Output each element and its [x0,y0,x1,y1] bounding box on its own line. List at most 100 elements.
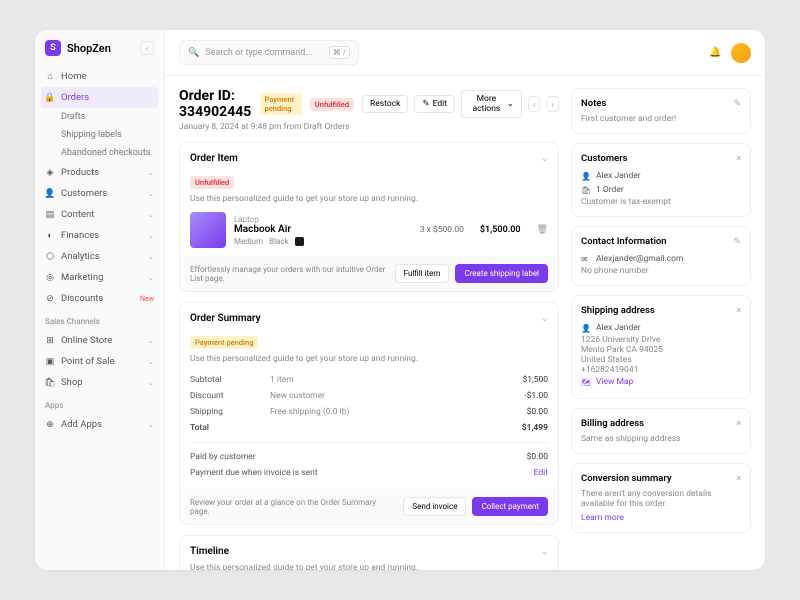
summary-hint: Use this personalized guide to get your … [190,354,548,364]
nav-customers-label: Customers [61,188,107,199]
timeline-card: Timeline⌄ Use this personalized guide to… [179,535,559,570]
shipping-title: Shipping address [581,305,655,316]
search-icon: 🔍 [188,48,199,58]
contact-phone: No phone number [581,266,741,276]
close-billing-button[interactable]: × [736,419,741,429]
nav-home[interactable]: ⌂Home [35,66,164,87]
paid-val: $0.00 [527,452,548,462]
nav-shop[interactable]: 🛍Shop⌄ [35,372,164,393]
customer-tax: Customer is tax-exempt [581,197,741,207]
nav-drafts[interactable]: Drafts [35,108,164,126]
total-label: Total [190,423,270,433]
nav-shipping-labels[interactable]: Shipping labels [35,126,164,144]
create-shipping-label-button[interactable]: Create shipping label [455,264,548,283]
products-icon: ◈ [45,168,55,178]
chevron-down-icon[interactable]: ⌄ [541,314,548,323]
notes-title: Notes [581,98,606,109]
discount-mid: New customer [270,391,524,401]
nav-orders[interactable]: 🔒 Orders [41,87,158,108]
edit-due-link[interactable]: Edit [534,468,548,478]
notes-card: Notes✎ First customer and order! [571,88,751,134]
new-badge: New [140,295,154,303]
order-item-hint: Use this personalized guide to get your … [190,194,548,204]
search-input[interactable]: 🔍 Search or type command... ⌘ / [179,40,359,65]
chevron-down-icon: ⌄ [148,169,154,177]
prev-button[interactable]: ‹ [528,96,541,112]
nav-content[interactable]: ▤Content⌄ [35,204,164,225]
notifications-button[interactable]: 🔔 [709,47,721,59]
edit-notes-button[interactable]: ✎ [733,99,741,109]
nav-customers[interactable]: 👤Customers⌄ [35,183,164,204]
chevron-down-icon: ⌄ [507,99,514,109]
orders-icon: 🔒 [45,93,55,103]
nav-analytics[interactable]: ⬡Analytics⌄ [35,246,164,267]
shipping-country: United States [581,355,741,365]
product-row: Laptop Macbook Air MediumBlack 3 x $500.… [190,212,548,248]
nav-products[interactable]: ◈Products⌄ [35,162,164,183]
nav-analytics-label: Analytics [61,251,100,262]
finances-icon: ◐ [45,231,55,241]
billing-title: Billing address [581,418,644,429]
subtotal-mid: 1 item [270,375,522,385]
content: Order ID: 334902445 Payment pending Unfu… [165,76,765,570]
shipping-mid: Free shipping (0.0 lb) [270,407,527,417]
customer-orders: 1 Order [596,185,624,195]
page-header: Order ID: 334902445 Payment pending Unfu… [179,88,559,120]
fulfill-item-button[interactable]: Fulfill item [395,264,450,283]
nav-add-apps[interactable]: ⊕Add Apps⌄ [35,414,164,435]
learn-more-link[interactable]: Learn more [581,513,741,523]
contact-title: Contact Information [581,236,667,247]
nav-orders-label: Orders [61,92,89,103]
person-icon: 👤 [581,172,591,181]
nav-finances[interactable]: ◐ Finances ⌄ [35,225,164,246]
customers-card: Customers× 👤Alex Jander 🛍1 Order Custome… [571,143,751,217]
conversion-card: Conversion summary× There aren't any con… [571,463,751,533]
total-val: $1,499 [522,423,548,433]
collapse-sidebar-button[interactable]: ‹ [140,41,154,55]
person-icon: 👤 [581,324,591,333]
edit-button[interactable]: ✎Edit [414,95,455,113]
close-conversion-button[interactable]: × [736,474,741,484]
brand-icon: S [45,40,61,56]
product-size: Medium [234,237,263,246]
main: 🔍 Search or type command... ⌘ / 🔔 Order … [165,30,765,570]
nav-shop-label: Shop [61,377,83,388]
view-map-link[interactable]: View Map [596,377,633,387]
collect-payment-button[interactable]: Collect payment [472,497,548,516]
subtotal-label: Subtotal [190,375,270,385]
restock-button[interactable]: Restock [362,95,408,113]
nav-marketing[interactable]: ◎Marketing⌄ [35,267,164,288]
contact-email: Alexjander@gmail.com [596,254,683,264]
section-sales-channels: Sales Channels [35,309,164,330]
user-avatar[interactable] [731,43,751,63]
chevron-down-icon[interactable]: ⌄ [541,547,548,556]
more-actions-button[interactable]: More actions⌄ [461,90,522,118]
chevron-down-icon: ⌄ [148,358,154,366]
next-button[interactable]: › [546,96,559,112]
close-shipping-button[interactable]: × [736,306,741,316]
more-label: More actions [469,94,504,114]
nav-add-apps-label: Add Apps [61,419,102,430]
nav-discounts[interactable]: ⊘DiscountsNew [35,288,164,309]
shipping-addr1: 1226 University Drive [581,335,741,345]
delete-item-button[interactable]: 🗑 [537,225,548,235]
shipping-addr2: Menlo Park CA 94025 [581,345,741,355]
search-kbd: ⌘ / [329,46,350,59]
send-invoice-button[interactable]: Send invoice [403,497,466,516]
product-name: Macbook Air [234,224,412,235]
nav-pos[interactable]: ▣Point of Sale⌄ [35,351,164,372]
discount-val: -$1.00 [524,391,548,401]
nav-online-store[interactable]: ⊞Online Store⌄ [35,330,164,351]
nav-abandoned[interactable]: Abandoned checkouts [35,144,164,162]
conversion-title: Conversion summary [581,473,672,484]
close-customers-button[interactable]: × [736,154,741,164]
shipping-label: Shipping [190,407,270,417]
billing-text: Same as shipping address [581,434,741,444]
section-apps: Apps [35,393,164,414]
edit-contact-button[interactable]: ✎ [733,237,741,247]
chevron-down-icon: ⌄ [148,232,154,240]
chevron-down-icon[interactable]: ⌄ [541,154,548,163]
product-category: Laptop [234,215,412,224]
nav-home-label: Home [61,71,87,82]
nav-finances-label: Finances [61,230,99,241]
